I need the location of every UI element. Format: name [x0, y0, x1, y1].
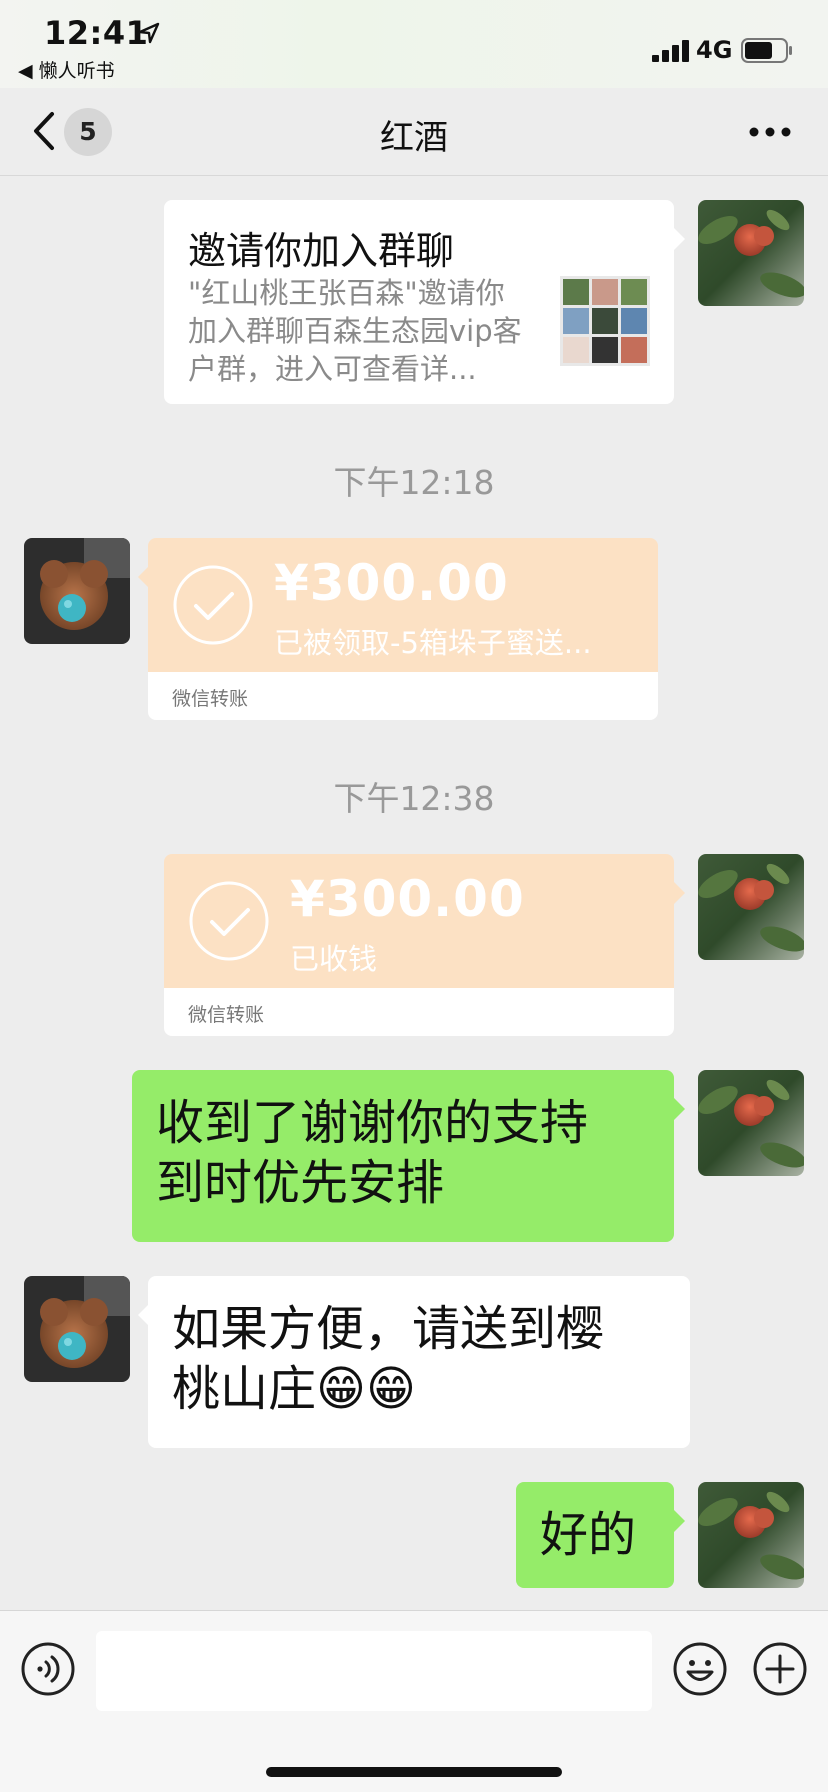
avatar[interactable]: [24, 1276, 130, 1382]
voice-icon[interactable]: [20, 1641, 76, 1697]
back-to-app-link[interactable]: ◀ 懒人听书: [18, 56, 115, 83]
check-circle-icon: [189, 881, 269, 961]
message-text-line: 如果方便，请送到樱: [172, 1301, 605, 1357]
status-bar: 12:41 ◀ 懒人听书 4G: [0, 0, 828, 88]
transfer-amount: ¥300.00: [274, 554, 509, 612]
home-indicator[interactable]: [266, 1767, 562, 1777]
transfer-label: 微信转账: [172, 688, 249, 710]
check-circle-icon: [173, 565, 253, 645]
signal-icon: [652, 40, 689, 62]
bubble-tail: [674, 882, 685, 904]
received-message-bubble[interactable]: 如果方便，请送到樱 桃山庄😁😁: [148, 1276, 690, 1448]
sent-message-bubble[interactable]: 收到了谢谢你的支持 到时优先安排: [132, 1070, 674, 1242]
invite-title: 邀请你加入群聊: [188, 229, 455, 273]
status-time: 12:41: [44, 14, 149, 52]
message-text-line: 到时优先安排: [156, 1155, 445, 1211]
chat-header: 5 红酒: [0, 88, 828, 176]
transfer-note: 已收钱: [290, 942, 378, 976]
avatar[interactable]: [698, 1070, 804, 1176]
input-bar: [0, 1610, 828, 1792]
avatar[interactable]: [24, 538, 130, 644]
avatar[interactable]: [698, 200, 804, 306]
transfer-note: 已被领取-5箱垛子蜜送...: [274, 626, 592, 660]
sent-message-bubble[interactable]: 好的: [516, 1482, 674, 1588]
avatar[interactable]: [698, 854, 804, 960]
invite-description: "红山桃王张百森"邀请你加入群聊百森生态园vip客户群，进入可查看详...: [188, 276, 522, 386]
battery-icon: [741, 38, 792, 63]
chat-title: 红酒: [380, 118, 448, 158]
transfer-amount: ¥300.00: [290, 870, 525, 928]
avatar[interactable]: [698, 1482, 804, 1588]
group-avatar-grid: [560, 276, 650, 366]
more-icon[interactable]: [748, 126, 792, 138]
message-input[interactable]: [96, 1631, 652, 1711]
message-text-line: 桃山庄😁😁: [172, 1361, 417, 1417]
message-text-line: 收到了谢谢你的支持: [156, 1095, 589, 1151]
location-arrow-icon: [138, 22, 160, 44]
bubble-tail: [674, 1098, 685, 1120]
message-text: 好的: [540, 1507, 637, 1563]
wechat-transfer-card[interactable]: ¥300.00 已被领取-5箱垛子蜜送... 微信转账: [148, 538, 658, 720]
group-invite-card[interactable]: 邀请你加入群聊 "红山桃王张百森"邀请你加入群聊百森生态园vip客户群，进入可查…: [164, 200, 674, 404]
timestamp: 下午12:38: [333, 779, 495, 818]
bubble-tail: [674, 1510, 685, 1532]
wechat-transfer-card[interactable]: ¥300.00 已收钱 微信转账: [164, 854, 674, 1036]
timestamp: 下午12:18: [333, 463, 495, 502]
emoji-icon[interactable]: [672, 1641, 728, 1697]
plus-icon[interactable]: [752, 1641, 808, 1697]
bubble-tail: [674, 228, 685, 250]
transfer-label: 微信转账: [188, 1004, 265, 1026]
network-type: 4G: [696, 36, 733, 64]
